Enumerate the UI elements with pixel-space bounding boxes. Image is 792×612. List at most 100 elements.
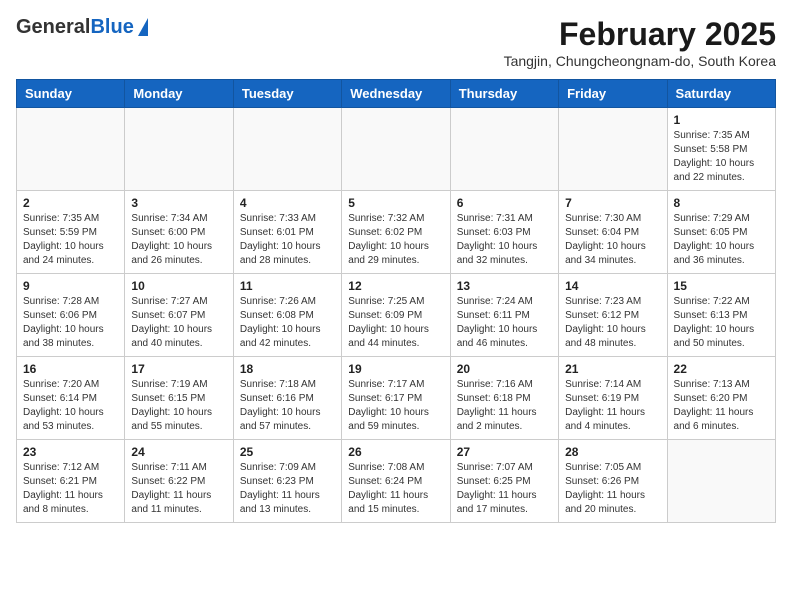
weekday-header-wednesday: Wednesday xyxy=(342,80,450,108)
calendar-day xyxy=(667,440,775,523)
day-info: Sunrise: 7:26 AM Sunset: 6:08 PM Dayligh… xyxy=(240,295,335,351)
day-info: Sunrise: 7:34 AM Sunset: 6:00 PM Dayligh… xyxy=(131,212,226,268)
day-info: Sunrise: 7:32 AM Sunset: 6:02 PM Dayligh… xyxy=(348,212,443,268)
day-info: Sunrise: 7:27 AM Sunset: 6:07 PM Dayligh… xyxy=(131,295,226,351)
day-info: Sunrise: 7:23 AM Sunset: 6:12 PM Dayligh… xyxy=(565,295,660,351)
calendar-day: 5 Sunrise: 7:32 AM Sunset: 6:02 PM Daylig… xyxy=(342,191,450,274)
calendar-day: 26 Sunrise: 7:08 AM Sunset: 6:24 PM Dayli… xyxy=(342,440,450,523)
logo-text: GeneralBlue xyxy=(16,16,134,38)
day-number: 23 xyxy=(23,445,118,459)
day-number: 28 xyxy=(565,445,660,459)
day-info: Sunrise: 7:12 AM Sunset: 6:21 PM Dayligh… xyxy=(23,461,118,517)
calendar-week-4: 16 Sunrise: 7:20 AM Sunset: 6:14 PM Dayli… xyxy=(17,357,776,440)
calendar-day xyxy=(342,108,450,191)
day-number: 1 xyxy=(674,113,769,127)
calendar-day: 19 Sunrise: 7:17 AM Sunset: 6:17 PM Dayli… xyxy=(342,357,450,440)
calendar-day: 13Sunrise: 7:24 AM Sunset: 6:11 PM Dayli… xyxy=(450,274,558,357)
day-info: Sunrise: 7:33 AM Sunset: 6:01 PM Dayligh… xyxy=(240,212,335,268)
day-number: 26 xyxy=(348,445,443,459)
weekday-header-monday: Monday xyxy=(125,80,233,108)
calendar-day: 10 Sunrise: 7:27 AM Sunset: 6:07 PM Dayli… xyxy=(125,274,233,357)
calendar-day: 7 Sunrise: 7:30 AM Sunset: 6:04 PM Daylig… xyxy=(559,191,667,274)
day-number: 22 xyxy=(674,362,769,376)
day-number: 6 xyxy=(457,196,552,210)
day-number: 10 xyxy=(131,279,226,293)
day-info: Sunrise: 7:14 AM Sunset: 6:19 PM Dayligh… xyxy=(565,378,660,434)
day-info: Sunrise: 7:07 AM Sunset: 6:25 PM Dayligh… xyxy=(457,461,552,517)
weekday-header-tuesday: Tuesday xyxy=(233,80,341,108)
calendar-day: 20Sunrise: 7:16 AM Sunset: 6:18 PM Dayli… xyxy=(450,357,558,440)
day-number: 7 xyxy=(565,196,660,210)
calendar-day: 22 Sunrise: 7:13 AM Sunset: 6:20 PM Dayli… xyxy=(667,357,775,440)
calendar-day xyxy=(450,108,558,191)
day-info: Sunrise: 7:31 AM Sunset: 6:03 PM Dayligh… xyxy=(457,212,552,268)
calendar-day: 28 Sunrise: 7:05 AM Sunset: 6:26 PM Dayli… xyxy=(559,440,667,523)
day-number: 5 xyxy=(348,196,443,210)
day-info: Sunrise: 7:35 AM Sunset: 5:59 PM Dayligh… xyxy=(23,212,118,268)
calendar-day: 27Sunrise: 7:07 AM Sunset: 6:25 PM Dayli… xyxy=(450,440,558,523)
calendar-day: 4 Sunrise: 7:33 AM Sunset: 6:01 PM Daylig… xyxy=(233,191,341,274)
day-number: 14 xyxy=(565,279,660,293)
day-number: 15 xyxy=(674,279,769,293)
calendar-day: 25 Sunrise: 7:09 AM Sunset: 6:23 PM Dayli… xyxy=(233,440,341,523)
day-info: Sunrise: 7:11 AM Sunset: 6:22 PM Dayligh… xyxy=(131,461,226,517)
day-info: Sunrise: 7:22 AM Sunset: 6:13 PM Dayligh… xyxy=(674,295,769,351)
calendar-day xyxy=(233,108,341,191)
calendar-week-2: 2 Sunrise: 7:35 AM Sunset: 5:59 PM Daylig… xyxy=(17,191,776,274)
day-info: Sunrise: 7:09 AM Sunset: 6:23 PM Dayligh… xyxy=(240,461,335,517)
calendar-day: 2 Sunrise: 7:35 AM Sunset: 5:59 PM Daylig… xyxy=(17,191,125,274)
day-number: 9 xyxy=(23,279,118,293)
calendar-day: 24 Sunrise: 7:11 AM Sunset: 6:22 PM Dayli… xyxy=(125,440,233,523)
day-number: 2 xyxy=(23,196,118,210)
day-info: Sunrise: 7:05 AM Sunset: 6:26 PM Dayligh… xyxy=(565,461,660,517)
day-number: 19 xyxy=(348,362,443,376)
location-subtitle: Tangjin, Chungcheongnam-do, South Korea xyxy=(504,53,776,69)
day-info: Sunrise: 7:19 AM Sunset: 6:15 PM Dayligh… xyxy=(131,378,226,434)
calendar-day xyxy=(559,108,667,191)
calendar-day: 17 Sunrise: 7:19 AM Sunset: 6:15 PM Dayli… xyxy=(125,357,233,440)
day-number: 25 xyxy=(240,445,335,459)
day-number: 13 xyxy=(457,279,552,293)
calendar-day: 12 Sunrise: 7:25 AM Sunset: 6:09 PM Dayli… xyxy=(342,274,450,357)
weekday-header-friday: Friday xyxy=(559,80,667,108)
day-info: Sunrise: 7:20 AM Sunset: 6:14 PM Dayligh… xyxy=(23,378,118,434)
calendar-day: 6 Sunrise: 7:31 AM Sunset: 6:03 PM Daylig… xyxy=(450,191,558,274)
day-info: Sunrise: 7:18 AM Sunset: 6:16 PM Dayligh… xyxy=(240,378,335,434)
day-number: 24 xyxy=(131,445,226,459)
day-info: Sunrise: 7:08 AM Sunset: 6:24 PM Dayligh… xyxy=(348,461,443,517)
day-number: 11 xyxy=(240,279,335,293)
day-number: 4 xyxy=(240,196,335,210)
calendar-day: 15 Sunrise: 7:22 AM Sunset: 6:13 PM Dayli… xyxy=(667,274,775,357)
day-number: 18 xyxy=(240,362,335,376)
calendar-day: 11 Sunrise: 7:26 AM Sunset: 6:08 PM Dayli… xyxy=(233,274,341,357)
day-number: 17 xyxy=(131,362,226,376)
calendar-day: 1 Sunrise: 7:35 AM Sunset: 5:58 PM Daylig… xyxy=(667,108,775,191)
day-number: 8 xyxy=(674,196,769,210)
calendar-day: 14 Sunrise: 7:23 AM Sunset: 6:12 PM Dayli… xyxy=(559,274,667,357)
day-info: Sunrise: 7:13 AM Sunset: 6:20 PM Dayligh… xyxy=(674,378,769,434)
calendar-day: 3 Sunrise: 7:34 AM Sunset: 6:00 PM Daylig… xyxy=(125,191,233,274)
day-info: Sunrise: 7:35 AM Sunset: 5:58 PM Dayligh… xyxy=(674,129,769,185)
calendar-table: SundayMondayTuesdayWednesdayThursdayFrid… xyxy=(16,79,776,523)
calendar-day: 23 Sunrise: 7:12 AM Sunset: 6:21 PM Dayli… xyxy=(17,440,125,523)
day-info: Sunrise: 7:28 AM Sunset: 6:06 PM Dayligh… xyxy=(23,295,118,351)
day-info: Sunrise: 7:29 AM Sunset: 6:05 PM Dayligh… xyxy=(674,212,769,268)
calendar-week-1: 1 Sunrise: 7:35 AM Sunset: 5:58 PM Daylig… xyxy=(17,108,776,191)
calendar-day: 18 Sunrise: 7:18 AM Sunset: 6:16 PM Dayli… xyxy=(233,357,341,440)
day-number: 21 xyxy=(565,362,660,376)
calendar-day xyxy=(17,108,125,191)
day-number: 12 xyxy=(348,279,443,293)
month-title: February 2025 xyxy=(504,16,776,53)
day-info: Sunrise: 7:25 AM Sunset: 6:09 PM Dayligh… xyxy=(348,295,443,351)
weekday-header-sunday: Sunday xyxy=(17,80,125,108)
weekday-header-thursday: Thursday xyxy=(450,80,558,108)
day-info: Sunrise: 7:17 AM Sunset: 6:17 PM Dayligh… xyxy=(348,378,443,434)
logo-general: General xyxy=(16,16,90,38)
day-number: 3 xyxy=(131,196,226,210)
logo-triangle-icon xyxy=(138,18,148,36)
weekday-header-saturday: Saturday xyxy=(667,80,775,108)
day-info: Sunrise: 7:30 AM Sunset: 6:04 PM Dayligh… xyxy=(565,212,660,268)
day-number: 20 xyxy=(457,362,552,376)
logo-blue: Blue xyxy=(90,16,133,38)
day-number: 16 xyxy=(23,362,118,376)
